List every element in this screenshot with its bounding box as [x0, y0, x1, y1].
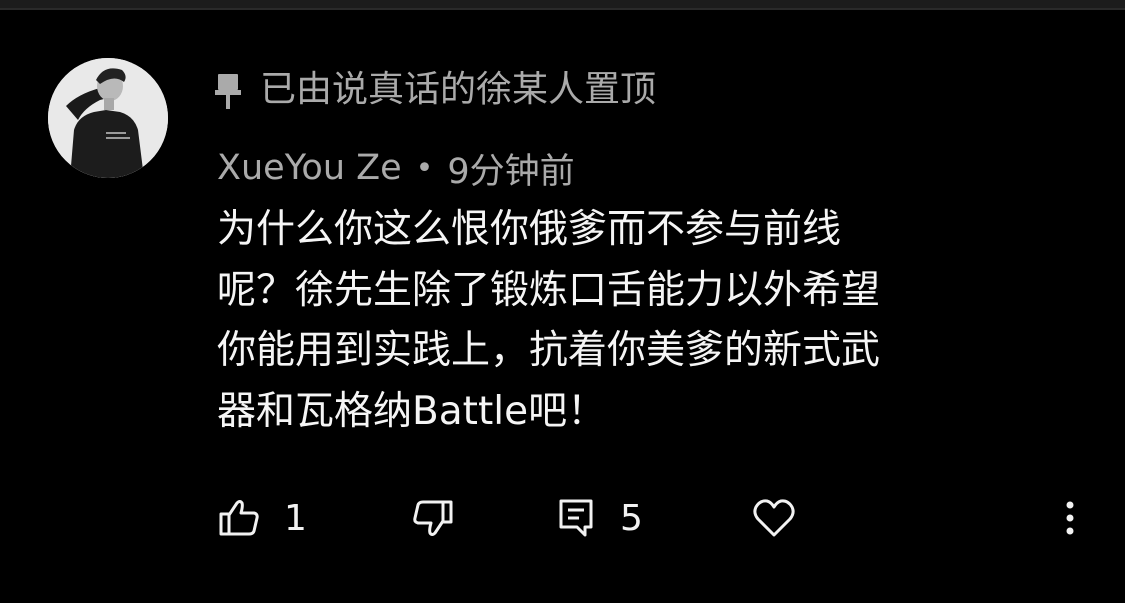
- author-name[interactable]: XueYou Ze: [217, 148, 402, 188]
- top-divider: [0, 0, 1125, 10]
- like-button[interactable]: 1: [218, 490, 307, 546]
- pinned-indicator: 已由说真话的徐某人置顶: [214, 64, 656, 116]
- dislike-button[interactable]: [412, 490, 454, 546]
- comment-text: 为什么你这么恨你俄爹而不参与前线 呢？徐先生除了锻炼口舌能力以外希望 你能用到实…: [217, 207, 881, 434]
- comment-icon: [558, 497, 594, 539]
- thumbs-up-icon: [218, 497, 260, 539]
- avatar[interactable]: [48, 58, 168, 178]
- comment-time[interactable]: 9分钟前: [447, 143, 574, 194]
- more-options-button[interactable]: [1050, 490, 1090, 546]
- comment-meta: XueYou Ze • 9分钟前: [217, 142, 575, 194]
- thumbs-down-icon: [412, 497, 454, 539]
- comment-actions: 1 5: [0, 490, 1125, 546]
- more-vertical-icon: [1050, 497, 1090, 539]
- meta-separator: •: [415, 150, 434, 186]
- heart-button[interactable]: [752, 490, 796, 546]
- pinned-label: 已由说真话的徐某人置顶: [260, 69, 657, 110]
- reply-button[interactable]: 5: [558, 490, 643, 546]
- heart-icon: [752, 497, 796, 539]
- reply-count: 5: [620, 497, 643, 539]
- pin-icon: [214, 68, 244, 112]
- like-count: 1: [284, 497, 307, 539]
